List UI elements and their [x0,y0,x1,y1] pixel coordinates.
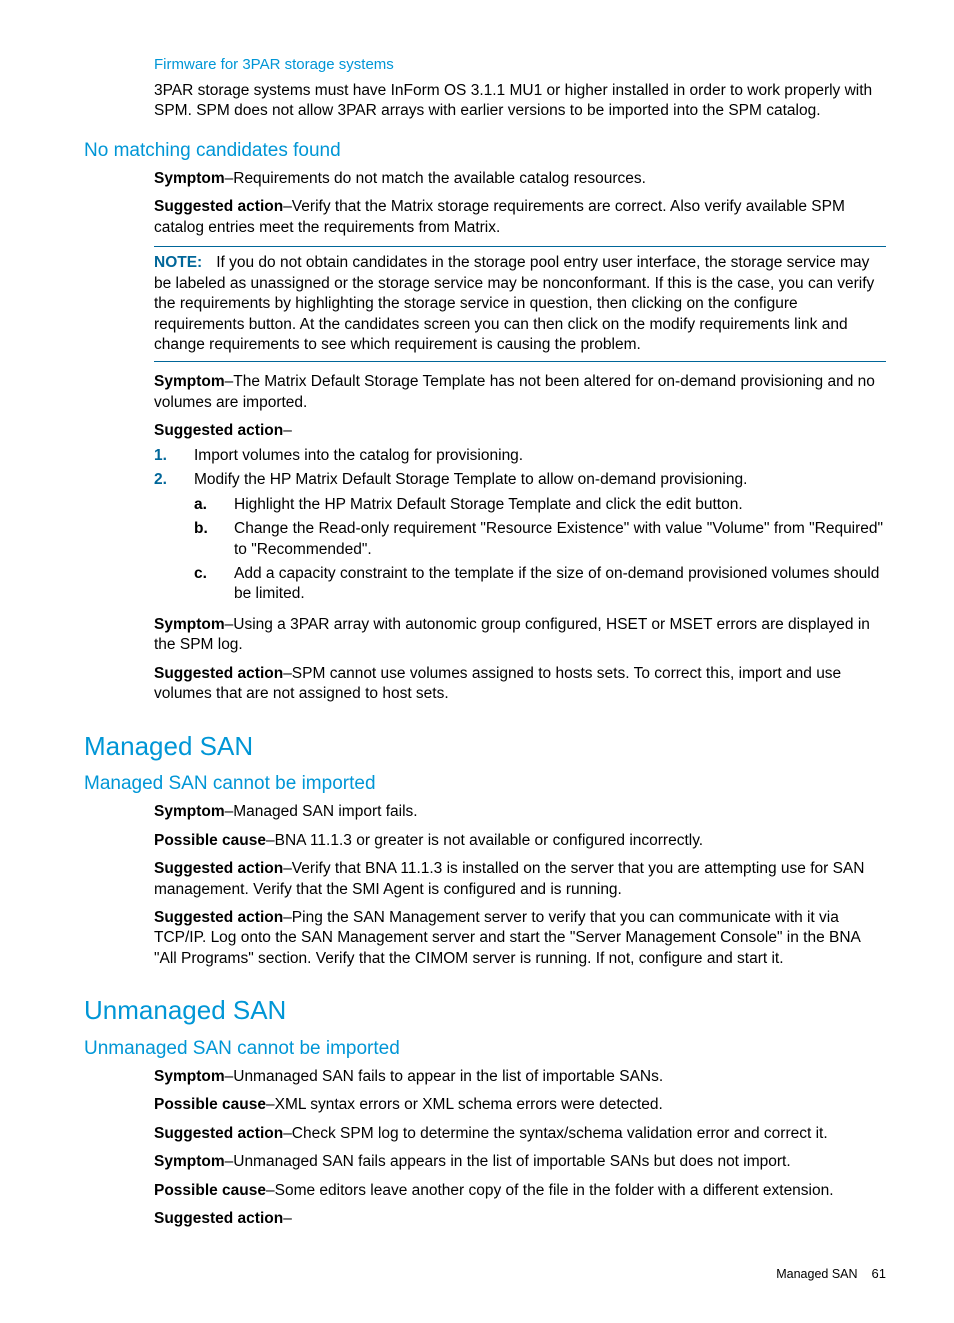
unmanaged-symptom1: Symptom–Unmanaged SAN fails to appear in… [154,1067,886,1087]
suggested-label: Suggested action [154,1210,283,1227]
suggested-label: Suggested action [154,198,283,215]
symptom-text: –Unmanaged SAN fails to appear in the li… [225,1068,664,1085]
nomatch-symptom3: Symptom–Using a 3PAR array with autonomi… [154,615,886,656]
nomatch-sugg1: Suggested action–Verify that the Matrix … [154,197,886,238]
footer-page-number: 61 [872,1265,886,1282]
managed-sugg1: Suggested action–Verify that BNA 11.1.3 … [154,859,886,900]
symptom-label: Symptom [154,373,225,390]
unmanaged-heading: Unmanaged SAN [84,993,886,1027]
managed-symptom: Symptom–Managed SAN import fails. [154,802,886,822]
symptom-label: Symptom [154,616,225,633]
unmanaged-sugg2: Suggested action– [154,1209,886,1229]
suggested-label: Suggested action [154,1125,283,1142]
nomatch-heading: No matching candidates found [84,138,886,163]
cause-label: Possible cause [154,832,266,849]
firmware-heading: Firmware for 3PAR storage systems [154,55,886,75]
step-2a: a. Highlight the HP Matrix Default Storag… [194,495,886,515]
note-label: NOTE: [154,254,202,271]
page-footer: Managed SAN 61 [84,1265,886,1283]
symptom-text: –Requirements do not match the available… [225,170,646,187]
unmanaged-cause1: Possible cause–XML syntax errors or XML … [154,1095,886,1115]
cause-label: Possible cause [154,1096,266,1113]
symptom-text: –The Matrix Default Storage Template has… [154,373,875,410]
symptom-text: –Managed SAN import fails. [225,803,418,820]
step-text: Import volumes into the catalog for prov… [194,447,523,464]
step-text: Change the Read-only requirement "Resour… [234,520,883,557]
firmware-body: 3PAR storage systems must have InForm OS… [154,81,886,122]
dash: – [283,1210,292,1227]
cause-label: Possible cause [154,1182,266,1199]
unmanaged-sugg1: Suggested action–Check SPM log to determ… [154,1124,886,1144]
suggested-label: Suggested action [154,665,283,682]
suggested-label: Suggested action [154,422,283,439]
managed-subheading: Managed SAN cannot be imported [84,771,886,796]
suggested-label: Suggested action [154,909,283,926]
note-paragraph: NOTE:If you do not obtain candidates in … [154,253,886,355]
ordered-steps: 1. Import volumes into the catalog for pr… [154,446,886,605]
sub-steps: a. Highlight the HP Matrix Default Storag… [194,495,886,605]
unmanaged-cause2: Possible cause–Some editors leave anothe… [154,1181,886,1201]
symptom-label: Symptom [154,803,225,820]
symptom-label: Symptom [154,170,225,187]
unmanaged-symptom2: Symptom–Unmanaged SAN fails appears in t… [154,1152,886,1172]
list-marker: 1. [154,446,167,466]
managed-sugg2: Suggested action–Ping the SAN Management… [154,908,886,969]
nomatch-sugg3: Suggested action–SPM cannot use volumes … [154,664,886,705]
step-2: 2. Modify the HP Matrix Default Storage T… [154,470,886,605]
step-text: Highlight the HP Matrix Default Storage … [234,496,743,513]
footer-section: Managed SAN [776,1266,857,1283]
cause-text: –Some editors leave another copy of the … [266,1182,834,1199]
list-marker: c. [194,564,207,584]
cause-text: –XML syntax errors or XML schema errors … [266,1096,663,1113]
dash: – [283,422,292,439]
symptom-label: Symptom [154,1068,225,1085]
symptom-label: Symptom [154,1153,225,1170]
list-marker: a. [194,495,207,515]
suggested-label: Suggested action [154,860,283,877]
nomatch-sugg2: Suggested action– [154,421,886,441]
step-2b: b. Change the Read-only requirement "Reso… [194,519,886,560]
managed-cause: Possible cause–BNA 11.1.3 or greater is … [154,831,886,851]
symptom-text: –Using a 3PAR array with autonomic group… [154,616,870,653]
unmanaged-subheading: Unmanaged SAN cannot be imported [84,1036,886,1061]
step-2c: c. Add a capacity constraint to the templ… [194,564,886,605]
step-text: Add a capacity constraint to the templat… [234,565,879,602]
step-1: 1. Import volumes into the catalog for pr… [154,446,886,466]
managed-heading: Managed SAN [84,729,886,763]
note-text: If you do not obtain candidates in the s… [154,254,874,353]
list-marker: 2. [154,470,167,490]
note-block: NOTE:If you do not obtain candidates in … [154,246,886,362]
nomatch-symptom1: Symptom–Requirements do not match the av… [154,169,886,189]
suggested-text: –Check SPM log to determine the syntax/s… [283,1125,827,1142]
nomatch-symptom2: Symptom–The Matrix Default Storage Templ… [154,372,886,413]
step-text: Modify the HP Matrix Default Storage Tem… [194,471,747,488]
list-marker: b. [194,519,208,539]
document-page: Firmware for 3PAR storage systems 3PAR s… [0,0,954,1323]
symptom-text: –Unmanaged SAN fails appears in the list… [225,1153,791,1170]
cause-text: –BNA 11.1.3 or greater is not available … [266,832,703,849]
